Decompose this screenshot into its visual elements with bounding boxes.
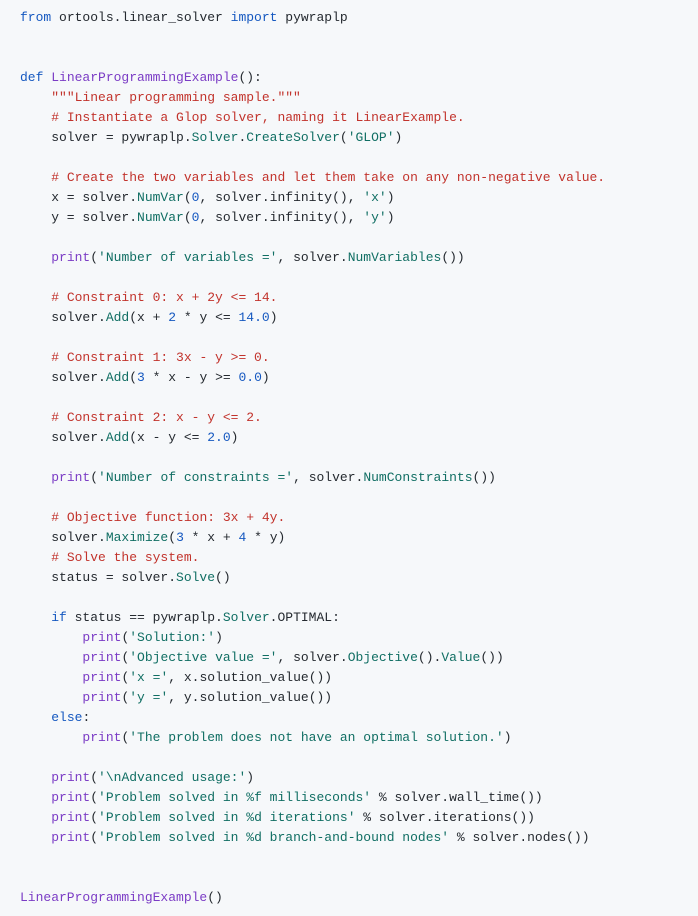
code-block: from ortools.linear_solver import pywrap… — [20, 8, 698, 908]
code-content: from ortools.linear_solver import pywrap… — [20, 10, 605, 905]
